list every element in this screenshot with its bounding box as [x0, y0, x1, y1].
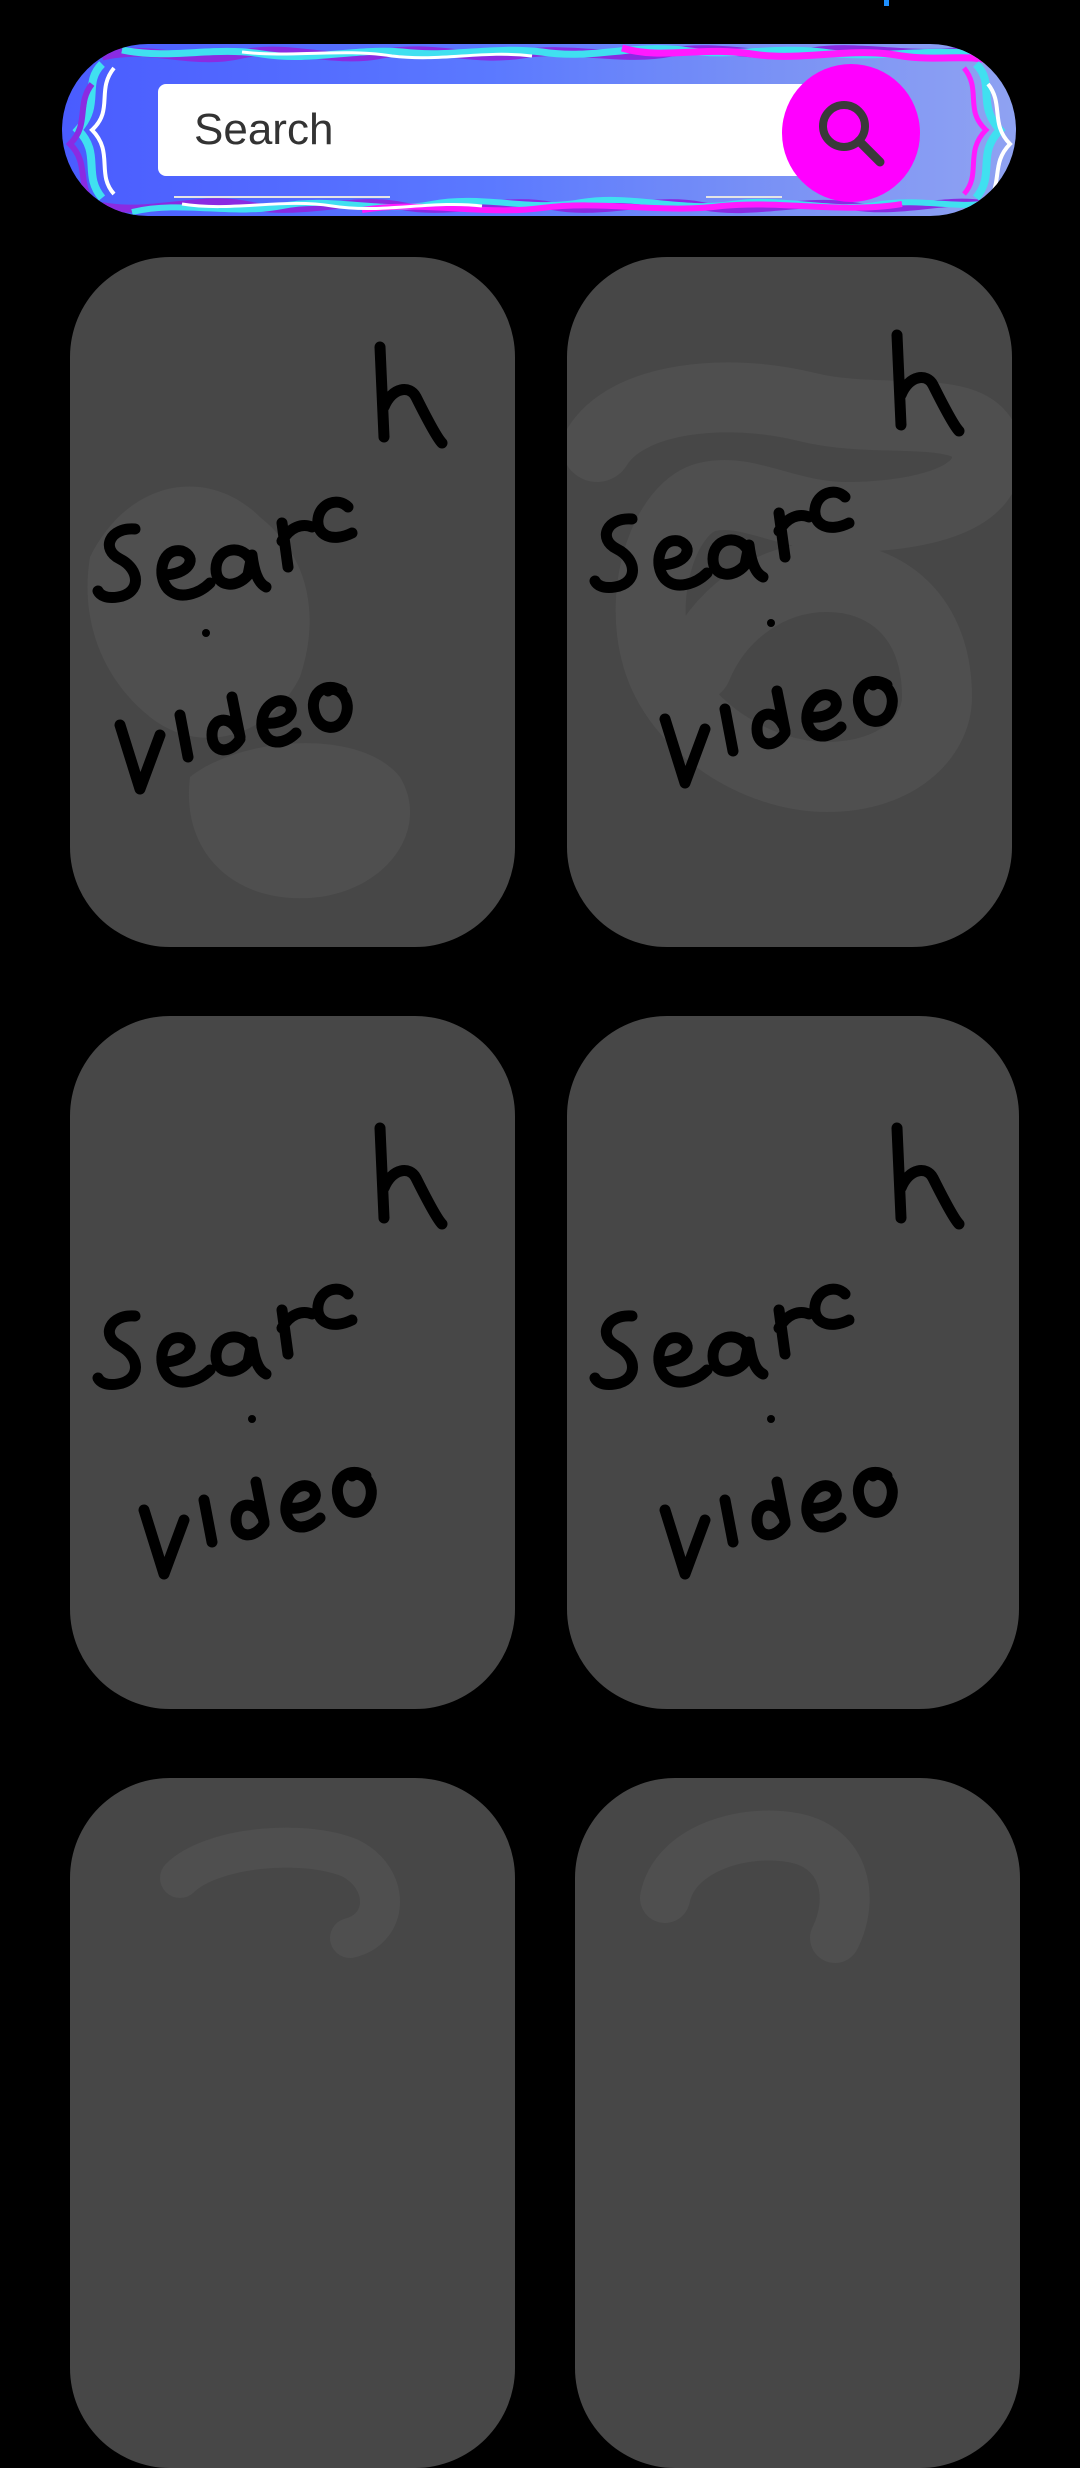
video-tile[interactable] — [575, 1778, 1020, 2468]
video-tile[interactable] — [70, 1778, 515, 2468]
handwritten-placeholder-icon — [87, 341, 448, 899]
video-tile[interactable]: search video — [70, 1016, 515, 1709]
placeholder-blob — [160, 1827, 400, 1958]
handwritten-placeholder-icon — [567, 329, 1012, 813]
handwritten-placeholder-icon — [589, 1122, 965, 1580]
video-tile[interactable]: search video — [70, 257, 515, 947]
video-tile[interactable]: search video — [567, 1016, 1019, 1709]
placeholder-blob — [640, 1810, 870, 1963]
video-tile[interactable]: search video — [567, 257, 1012, 947]
video-grid: search video search video — [0, 0, 1080, 2468]
handwritten-placeholder-icon — [92, 1122, 448, 1580]
